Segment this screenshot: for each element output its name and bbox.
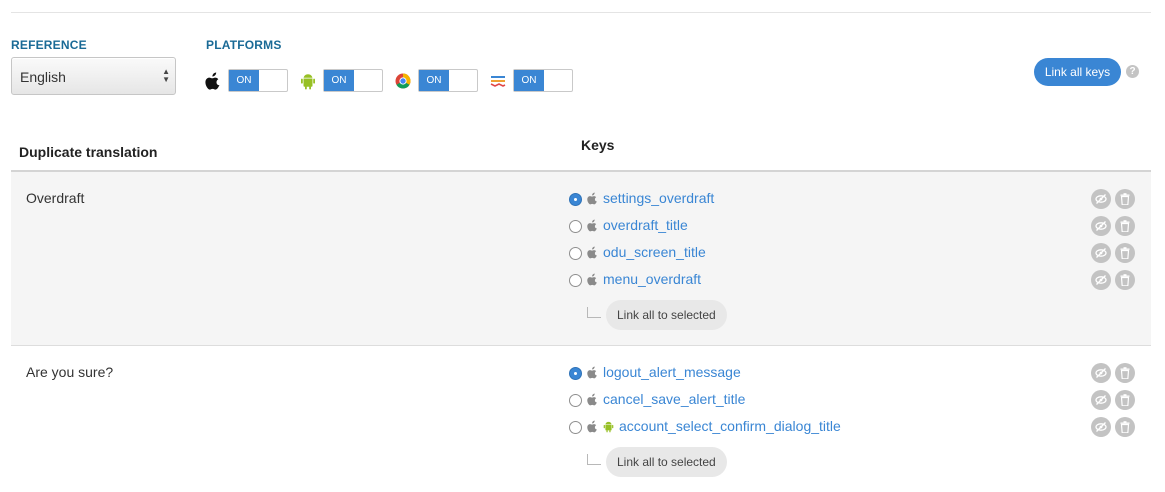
apple-icon [586,392,598,406]
key-select-radio[interactable] [569,393,582,407]
eye-off-icon [1095,368,1107,378]
chrome-toggle-state: ON [419,70,449,91]
reference-selected-value: English [20,69,66,85]
chrome-icon [394,72,412,90]
trash-icon [1120,247,1130,259]
hide-key-button[interactable] [1091,417,1111,437]
key-name-link[interactable]: cancel_save_alert_title [603,391,745,407]
apple-icon [586,191,598,205]
trash-icon [1120,367,1130,379]
keys-header: Keys [581,137,615,153]
apple-platform-toggle[interactable]: ON [228,69,288,92]
key-row: settings_overdraft [569,188,1129,208]
tree-connector [587,454,601,465]
platform-android: ON [299,69,383,92]
eye-off-icon [1095,194,1107,204]
eye-off-icon [1095,422,1107,432]
translation-text: Are you sure? [26,364,114,380]
key-name-link[interactable]: account_select_confirm_dialog_title [619,418,841,434]
android-toggle-state: ON [324,70,354,91]
key-row: logout_alert_message [569,362,1129,382]
key-name-link[interactable]: odu_screen_title [603,244,706,260]
hide-key-button[interactable] [1091,270,1111,290]
key-row-actions [1091,243,1139,263]
apple-icon [586,419,598,433]
web-icon [489,72,507,90]
tree-connector [587,307,601,318]
key-select-radio[interactable] [569,219,582,233]
reference-language-select[interactable]: English ▲ ▼ [11,57,176,95]
platform-apple: ON [204,69,288,92]
chrome-platform-toggle[interactable]: ON [418,69,478,92]
platform-chrome: ON [394,69,478,92]
key-row-actions [1091,363,1139,383]
trash-icon [1120,274,1130,286]
key-select-radio[interactable] [569,273,582,287]
link-all-to-selected-button[interactable]: Link all to selected [606,447,727,477]
link-all-to-selected-button[interactable]: Link all to selected [606,300,727,330]
key-row-actions [1091,390,1139,410]
key-row: account_select_confirm_dialog_title [569,416,1129,436]
web-platform-toggle[interactable]: ON [513,69,573,92]
key-row: cancel_save_alert_title [569,389,1129,409]
apple-icon [586,272,598,286]
hide-key-button[interactable] [1091,189,1111,209]
delete-key-button[interactable] [1115,390,1135,410]
key-row-actions [1091,216,1139,236]
delete-key-button[interactable] [1115,189,1135,209]
key-select-radio[interactable] [569,192,582,206]
platform-web: ON [489,69,573,92]
key-name-link[interactable]: menu_overdraft [603,271,701,287]
key-row: odu_screen_title [569,242,1129,262]
apple-toggle-state: ON [229,70,259,91]
link-all-keys-button[interactable]: Link all keys [1034,58,1121,86]
help-icon[interactable]: ? [1126,65,1139,78]
key-select-radio[interactable] [569,246,582,260]
android-icon [299,72,317,90]
delete-key-button[interactable] [1115,216,1135,236]
key-row-actions [1091,189,1139,209]
reference-label: REFERENCE [11,38,87,52]
key-name-link[interactable]: settings_overdraft [603,190,714,206]
key-select-radio[interactable] [569,366,582,380]
apple-icon [204,72,222,90]
android-platform-toggle[interactable]: ON [323,69,383,92]
delete-key-button[interactable] [1115,417,1135,437]
eye-off-icon [1095,221,1107,231]
apple-icon [586,245,598,259]
platforms-label: PLATFORMS [206,38,282,52]
key-select-radio[interactable] [569,420,582,434]
delete-key-button[interactable] [1115,243,1135,263]
hide-key-button[interactable] [1091,363,1111,383]
android-icon [602,419,614,433]
key-row: overdraft_title [569,215,1129,235]
delete-key-button[interactable] [1115,363,1135,383]
eye-off-icon [1095,395,1107,405]
trash-icon [1120,394,1130,406]
eye-off-icon [1095,248,1107,258]
key-row-actions [1091,270,1139,290]
trash-icon [1120,220,1130,232]
hide-key-button[interactable] [1091,243,1111,263]
key-name-link[interactable]: logout_alert_message [603,364,741,380]
trash-icon [1120,421,1130,433]
translation-text: Overdraft [26,190,85,206]
web-toggle-state: ON [514,70,544,91]
hide-key-button[interactable] [1091,216,1111,236]
key-row: menu_overdraft [569,269,1129,289]
duplicate-translation-header: Duplicate translation [19,144,158,160]
apple-icon [586,218,598,232]
apple-icon [586,365,598,379]
eye-off-icon [1095,275,1107,285]
hide-key-button[interactable] [1091,390,1111,410]
select-arrows-icon: ▲ ▼ [162,67,170,84]
key-name-link[interactable]: overdraft_title [603,217,688,233]
trash-icon [1120,193,1130,205]
delete-key-button[interactable] [1115,270,1135,290]
key-row-actions [1091,417,1139,437]
top-divider [11,12,1151,13]
